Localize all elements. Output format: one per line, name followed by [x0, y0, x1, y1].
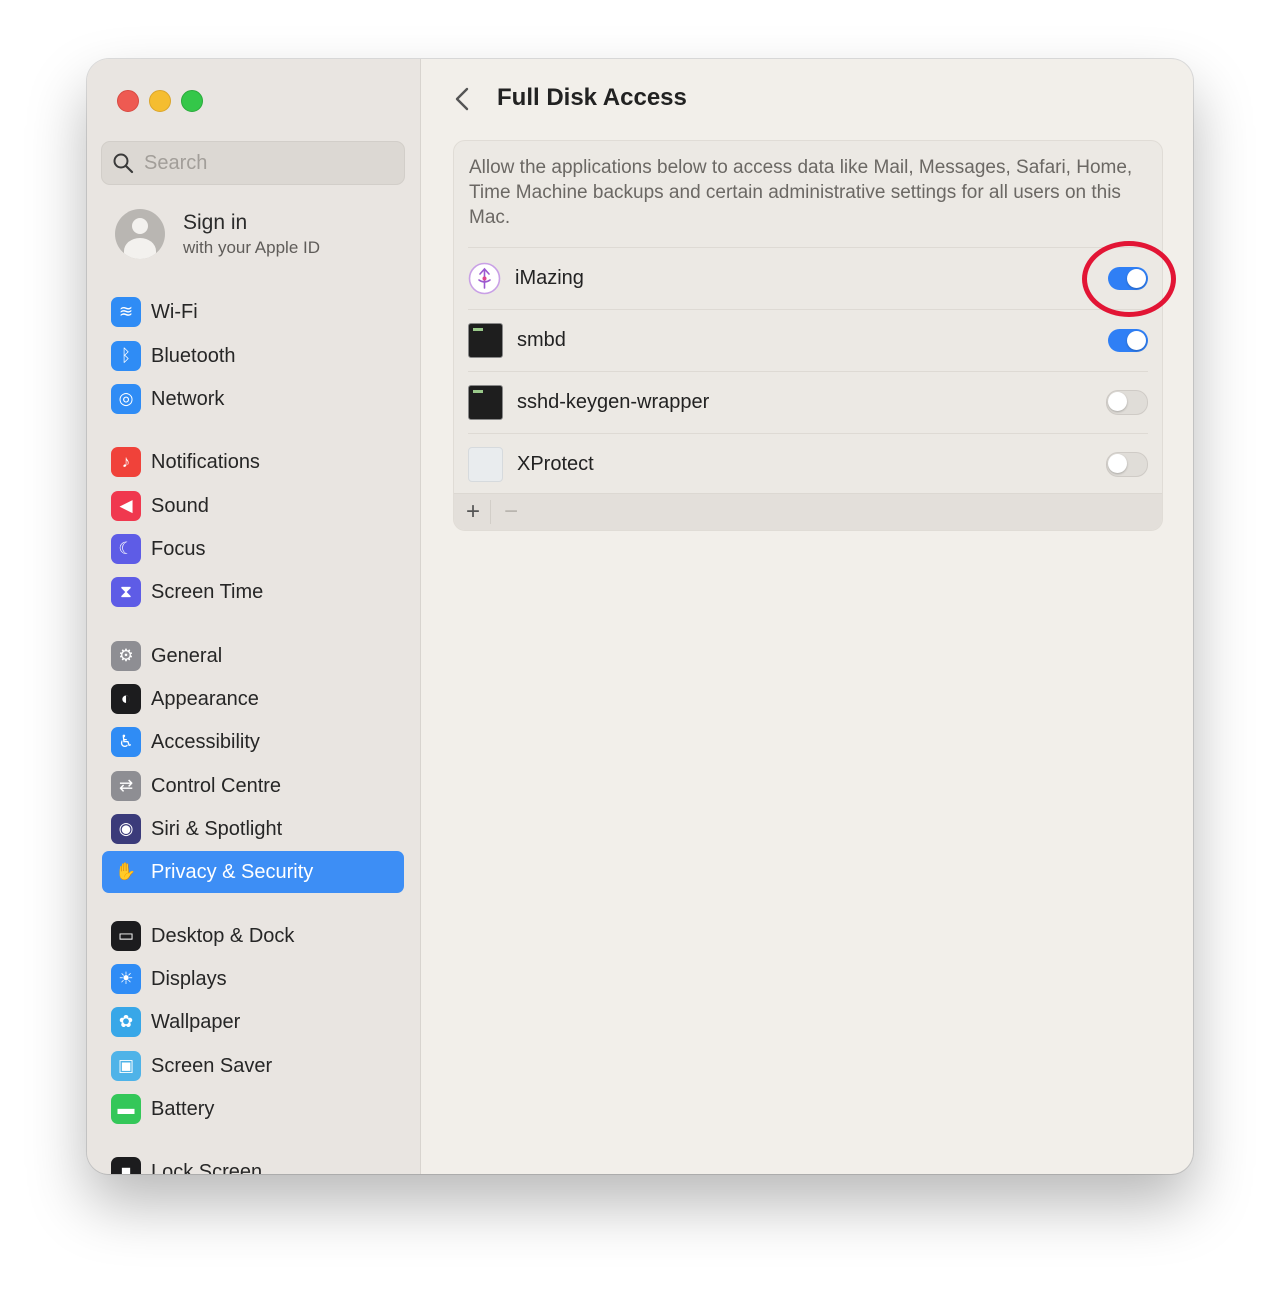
sidebar-item-notifications[interactable]: ♪ Notifications: [102, 441, 404, 483]
signin-title: Sign in: [183, 210, 248, 234]
sidebar-item-focus[interactable]: ☾ Focus: [102, 528, 404, 570]
add-app-button[interactable]: +: [462, 498, 484, 526]
globe-icon: ◎: [111, 384, 141, 414]
traffic-lights: [117, 90, 203, 112]
apple-id-signin[interactable]: Sign in with your Apple ID: [115, 209, 320, 259]
avatar: [115, 209, 165, 259]
app-row: sshd-keygen-wrapper: [454, 371, 1162, 433]
sidebar-item-label: Control Centre: [151, 774, 282, 797]
back-button[interactable]: [449, 83, 477, 115]
sidebar-item-wallpaper[interactable]: ✿ Wallpaper: [102, 1001, 404, 1043]
app-name: XProtect: [517, 452, 594, 475]
maximize-window-button[interactable]: [181, 90, 203, 112]
battery-icon: ▬: [111, 1094, 141, 1124]
bell-icon: ♪: [111, 447, 141, 477]
list-toolbar: + −: [454, 493, 1162, 530]
app-row: smbd: [454, 309, 1162, 371]
sidebar-item-label: Displays: [151, 967, 227, 990]
search-placeholder: Search: [144, 151, 208, 174]
main-content: Full Disk Access Allow the applications …: [421, 59, 1193, 1174]
sidebar-item-label: Screen Time: [151, 580, 264, 603]
sidebar-item-label: Privacy & Security: [151, 860, 314, 883]
app-row: iMazing: [454, 247, 1162, 309]
search-input[interactable]: Search: [101, 141, 405, 185]
siri-icon: ◉: [111, 814, 141, 844]
sidebar-item-control-centre[interactable]: ⇄ Control Centre: [102, 765, 404, 807]
sidebar-item-sound[interactable]: ◀ Sound: [102, 485, 404, 527]
toggle-knob: [1127, 330, 1146, 350]
toolbar-divider: [490, 500, 491, 524]
wifi-icon: ≋: [111, 297, 141, 327]
bluetooth-icon: ᛒ: [111, 341, 141, 371]
sidebar-item-accessibility[interactable]: ♿ Accessibility: [102, 721, 404, 763]
sidebar-item-label: Appearance: [151, 687, 259, 710]
terminal-icon: [468, 322, 503, 358]
sidebar-item-privacy-security[interactable]: ✋ Privacy & Security: [102, 851, 404, 893]
app-row: XProtect: [454, 433, 1162, 495]
sidebar-item-label: Desktop & Dock: [151, 924, 295, 947]
speaker-icon: ◀: [111, 491, 141, 521]
xprotect-icon: [468, 446, 503, 482]
dock-icon: ▭: [111, 921, 141, 951]
sidebar-item-label: Screen Saver: [151, 1054, 273, 1077]
sidebar-item-appearance[interactable]: ◐ Appearance: [102, 678, 404, 720]
sidebar-item-displays[interactable]: ☀ Displays: [102, 958, 404, 1000]
lock-icon: ■: [111, 1157, 141, 1174]
moon-icon: ☾: [111, 534, 141, 564]
remove-app-button[interactable]: −: [500, 498, 522, 526]
description-text: Allow the applications below to access d…: [469, 157, 1133, 228]
sidebar: Search Sign in with your Apple ID ≋ Wi-Fi…: [87, 59, 421, 1174]
sidebar-item-label: Lock Screen: [151, 1160, 263, 1175]
search-icon: [113, 153, 134, 174]
sidebar-item-label: Siri & Spotlight: [151, 817, 283, 840]
imazing-icon: [468, 262, 501, 295]
flower-icon: ✿: [111, 1007, 141, 1037]
sidebar-item-desktop-dock[interactable]: ▭ Desktop & Dock: [102, 915, 404, 957]
sidebar-item-label: Focus: [151, 537, 206, 560]
sidebar-item-bluetooth[interactable]: ᛒ Bluetooth: [102, 335, 404, 377]
minimize-window-button[interactable]: [149, 90, 171, 112]
accessibility-icon: ♿: [111, 727, 141, 757]
sidebar-item-network[interactable]: ◎ Network: [102, 378, 404, 420]
toggle-knob: [1108, 391, 1127, 411]
hand-icon: ✋: [115, 862, 137, 881]
sidebar-item-siri-spotlight[interactable]: ◉ Siri & Spotlight: [102, 808, 404, 850]
switches-icon: ⇄: [111, 771, 141, 801]
highlight-circle: [1082, 241, 1176, 317]
sidebar-item-lock-screen[interactable]: ■ Lock Screen: [102, 1151, 404, 1174]
sidebar-item-label: General: [151, 644, 223, 667]
app-name: smbd: [517, 328, 566, 351]
sun-icon: ☀: [111, 964, 141, 994]
terminal-icon: [468, 384, 503, 420]
access-toggle[interactable]: [1106, 451, 1148, 477]
app-name: iMazing: [515, 266, 584, 289]
sidebar-item-battery[interactable]: ▬ Battery: [102, 1088, 404, 1130]
settings-window: Search Sign in with your Apple ID ≋ Wi-Fi…: [87, 59, 1193, 1174]
sidebar-item-general[interactable]: ⚙ General: [102, 635, 404, 677]
sidebar-item-label: Sound: [151, 494, 209, 517]
screensaver-icon: ▣: [111, 1051, 141, 1081]
sidebar-item-wi-fi[interactable]: ≋ Wi-Fi: [102, 291, 404, 333]
access-toggle[interactable]: [1106, 389, 1148, 415]
page-title: Full Disk Access: [497, 84, 687, 111]
sidebar-item-label: Accessibility: [151, 730, 260, 753]
close-window-button[interactable]: [117, 90, 139, 112]
hourglass-icon: ⧗: [111, 577, 141, 607]
signin-subtitle: with your Apple ID: [183, 237, 321, 257]
app-name: sshd-keygen-wrapper: [517, 390, 710, 413]
sidebar-item-label: Wallpaper: [151, 1010, 241, 1033]
gear-icon: ⚙: [111, 641, 141, 671]
sidebar-item-label: Network: [151, 387, 225, 410]
appearance-icon: ◐: [111, 684, 141, 714]
toggle-knob: [1108, 453, 1127, 473]
sidebar-item-label: Wi-Fi: [151, 300, 198, 323]
sidebar-item-screen-time[interactable]: ⧗ Screen Time: [102, 571, 404, 613]
sidebar-item-label: Bluetooth: [151, 344, 236, 367]
sidebar-item-label: Battery: [151, 1097, 215, 1120]
sidebar-item-label: Notifications: [151, 450, 260, 473]
full-disk-access-panel: Allow the applications below to access d…: [453, 140, 1163, 531]
access-toggle[interactable]: [1108, 328, 1148, 352]
sidebar-item-screen-saver[interactable]: ▣ Screen Saver: [102, 1045, 404, 1087]
